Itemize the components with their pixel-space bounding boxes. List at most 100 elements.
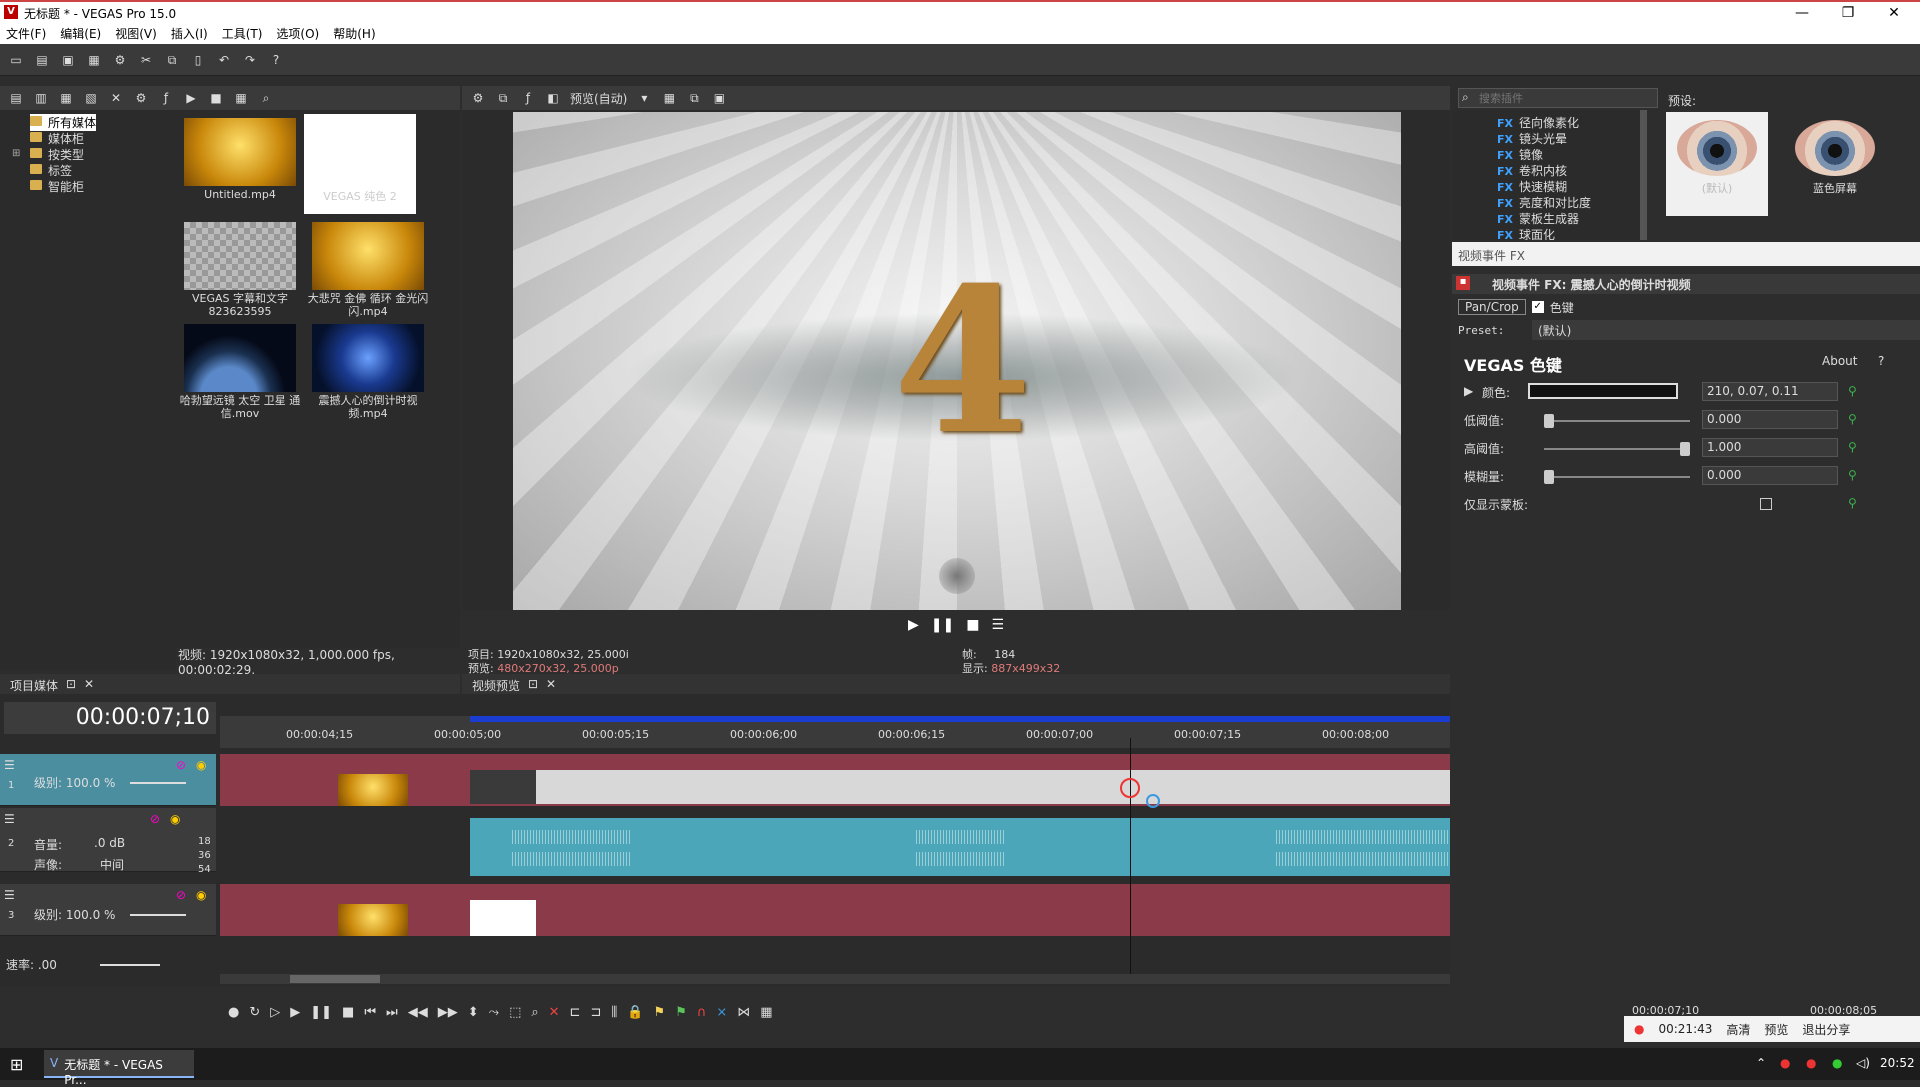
play-icon[interactable]: ▶ — [908, 617, 919, 633]
media-item[interactable]: 哈勃望远镜 太空 卫星 通信.mov — [180, 324, 300, 420]
keyframe-icon[interactable]: ⚲ — [1848, 384, 1857, 398]
menu-file[interactable]: 文件(F) — [6, 24, 46, 44]
delete-icon[interactable]: ✕ — [549, 1005, 560, 1020]
level-slider[interactable] — [130, 914, 186, 916]
import-media-icon[interactable]: ▤ — [8, 90, 24, 106]
trim-start-icon[interactable]: ⊏ — [570, 1005, 581, 1020]
media-item[interactable]: VEGAS 纯色 2 — [304, 114, 416, 214]
remove-icon[interactable]: ✕ — [108, 90, 124, 106]
preview-quality-select[interactable]: 预览(自动) — [570, 90, 627, 107]
snap-icon[interactable]: ∩ — [697, 1005, 707, 1020]
stop-icon[interactable]: ■ — [966, 617, 979, 633]
color-swatch[interactable] — [1528, 383, 1678, 399]
menu-view[interactable]: 视图(V) — [115, 24, 157, 44]
region-icon[interactable]: ⚑ — [675, 1005, 687, 1020]
rate-slider[interactable] — [100, 964, 160, 966]
search-input[interactable] — [1479, 90, 1653, 106]
keyframe-icon[interactable]: ⚲ — [1848, 412, 1857, 426]
chroma-key-checkbox[interactable]: ✓ — [1531, 301, 1544, 313]
mute-icon[interactable]: ⊘ — [176, 888, 186, 902]
close-tab-icon[interactable]: ✕ — [84, 677, 94, 691]
loop-icon[interactable]: ↻ — [249, 1005, 260, 1020]
solo-icon[interactable]: ◉ — [196, 758, 206, 772]
track-header-2[interactable]: ☰ 2 音量: .0 dB 声像: 中间 18 36 54 ⊘ ◉ — [0, 808, 216, 875]
color-value[interactable]: 210, 0.07, 0.11 — [1702, 382, 1838, 401]
play-from-start-icon[interactable]: ▷ — [270, 1005, 280, 1020]
media-item[interactable]: Untitled.mp4 — [184, 118, 296, 201]
overlay-grid-icon[interactable]: ▦ — [661, 90, 677, 106]
windows-start-icon[interactable]: ⊞ — [10, 1055, 23, 1074]
mask-only-checkbox[interactable] — [1760, 498, 1772, 510]
record-icon[interactable]: ● — [228, 1005, 239, 1020]
redo-icon[interactable]: ↷ — [242, 52, 258, 68]
maximize-button[interactable]: ❐ — [1828, 2, 1868, 24]
tray-icon[interactable]: ● — [1806, 1056, 1816, 1070]
plugin-item[interactable]: FX 快速模糊 — [1497, 178, 1567, 195]
menu-insert[interactable]: 插入(I) — [171, 24, 208, 44]
tree-item-tags[interactable]: 标签 — [30, 162, 72, 179]
keyframe-icon[interactable]: ⚲ — [1848, 496, 1857, 510]
mute-icon[interactable]: ⊘ — [176, 758, 186, 772]
taskbar-app-vegas[interactable]: V 无标题 * - VEGAS Pr... — [44, 1050, 194, 1087]
help-icon[interactable]: ? — [268, 52, 284, 68]
loop-region[interactable] — [470, 716, 1450, 722]
stop-icon[interactable]: ■ — [208, 90, 224, 106]
gear-icon[interactable]: ⚙ — [133, 90, 149, 106]
scroll-thumb[interactable] — [290, 975, 380, 983]
volume-icon[interactable]: ◁) — [1856, 1056, 1870, 1070]
slider-knob[interactable] — [1680, 442, 1690, 456]
go-to-end-icon[interactable]: ⏭ — [386, 1005, 398, 1020]
go-to-start-icon[interactable]: ⏮ — [364, 1005, 376, 1020]
menu-icon[interactable]: ☰ — [991, 617, 1004, 633]
render-icon[interactable]: ▦ — [86, 52, 102, 68]
plugin-search[interactable]: ⌕ — [1458, 88, 1658, 108]
level-slider[interactable] — [130, 782, 186, 784]
save-icon[interactable]: ▣ — [60, 52, 76, 68]
video-clip-main[interactable] — [470, 754, 1450, 806]
tree-item-bins[interactable]: 媒体柜 — [30, 130, 84, 147]
tree-item-by-type[interactable]: 按类型 — [30, 146, 84, 163]
tree-item-all-media[interactable]: 所有媒体 — [30, 114, 97, 131]
wechat-icon[interactable]: ● — [1832, 1056, 1842, 1070]
plugin-item[interactable]: FX 镜头光晕 — [1497, 130, 1567, 147]
media-item[interactable]: 大悲咒 金佛 循环 金光闪闪.mp4 — [308, 222, 428, 318]
slider-knob[interactable] — [1544, 470, 1554, 484]
menu-icon[interactable]: ☰ — [4, 888, 15, 902]
split-screen-icon[interactable]: ◧ — [545, 90, 561, 106]
plugin-item[interactable]: FX 镜像 — [1497, 146, 1543, 163]
help-button[interactable]: ? — [1878, 354, 1884, 368]
solo-icon[interactable]: ◉ — [170, 812, 180, 826]
copy-frame-icon[interactable]: ⧉ — [686, 90, 702, 106]
next-frame-icon[interactable]: ▶▶ — [438, 1005, 458, 1020]
plugin-item[interactable]: FX 卷积内核 — [1497, 162, 1567, 179]
video-clip[interactable] — [220, 884, 1450, 936]
media-item[interactable]: VEGAS 字幕和文字 823623595 — [184, 222, 296, 318]
selection-tool-icon[interactable]: ⬚ — [509, 1005, 521, 1020]
high-threshold-value[interactable]: 1.000 — [1702, 438, 1838, 457]
split-icon[interactable]: ⫼ — [611, 1005, 617, 1020]
blur-value[interactable]: 0.000 — [1702, 466, 1838, 485]
pause-icon[interactable]: ❚❚ — [931, 617, 954, 633]
plugin-item[interactable]: FX 蒙板生成器 — [1497, 210, 1579, 227]
capture-icon[interactable]: ▥ — [33, 90, 49, 106]
zoom-tool-icon[interactable]: ⌕ — [531, 1005, 538, 1020]
exit-share-button[interactable]: 退出分享 — [1802, 1021, 1850, 1038]
properties-gear-icon[interactable]: ⚙ — [112, 52, 128, 68]
get-media-icon[interactable]: ▦ — [58, 90, 74, 106]
menu-tools[interactable]: 工具(T) — [222, 24, 263, 44]
chevron-down-icon[interactable]: ▾ — [636, 90, 652, 106]
fx-icon[interactable]: ƒ — [158, 90, 174, 106]
plugin-item[interactable]: FX 径向像素化 — [1497, 114, 1579, 131]
lock-icon[interactable]: 🔒 — [627, 1005, 643, 1020]
track-header-3[interactable]: ☰ 3 级别: 100.0 % ⊘ ◉ — [0, 884, 216, 936]
high-threshold-slider[interactable] — [1544, 442, 1690, 456]
plugin-item[interactable]: FX 亮度和对比度 — [1497, 194, 1591, 211]
solo-icon[interactable]: ◉ — [196, 888, 206, 902]
tree-item-smart-bins[interactable]: 智能柜 — [30, 178, 84, 195]
blur-slider[interactable] — [1544, 470, 1690, 484]
video-clip[interactable] — [220, 754, 470, 806]
menu-help[interactable]: 帮助(H) — [333, 24, 375, 44]
close-tab-icon[interactable]: ✕ — [546, 677, 556, 691]
tray-icon[interactable]: ● — [1780, 1056, 1790, 1070]
preview-button[interactable]: 预览 — [1764, 1021, 1788, 1038]
